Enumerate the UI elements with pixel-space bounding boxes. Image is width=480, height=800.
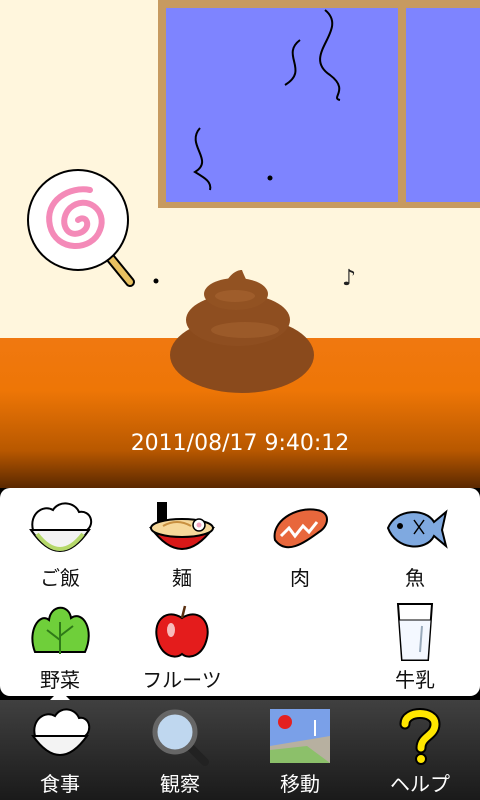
tab-label: ヘルプ [390, 772, 450, 796]
music-note: ♪ [342, 266, 357, 291]
food-item-milk[interactable]: 牛乳 [360, 602, 470, 693]
lollipop-icon [27, 169, 135, 287]
wind-squiggle [193, 127, 212, 191]
food-item-fruit[interactable]: フルーツ [127, 602, 237, 693]
food-item-label: 麺 [172, 566, 192, 590]
food-item-label: 野菜 [40, 668, 80, 692]
tab-meal[interactable]: 食事 [0, 700, 120, 800]
food-item-label: 牛乳 [395, 668, 435, 692]
food-item-label: 魚 [405, 566, 425, 590]
food-item-fish[interactable]: 魚 [360, 500, 470, 591]
tab-move[interactable]: 移動 [240, 700, 360, 800]
tab-help[interactable]: ヘルプ [360, 700, 480, 800]
wind-squiggle [319, 9, 341, 101]
food-menu-panel: ご飯 麺 肉 魚 野菜 フルーツ 牛乳 [0, 488, 480, 696]
landscape-icon [270, 709, 330, 763]
ramen-icon [149, 502, 215, 550]
food-item-meat[interactable]: 肉 [245, 500, 355, 591]
food-item-rice[interactable]: ご飯 [5, 500, 115, 591]
milk-glass-icon [396, 603, 434, 661]
apple-icon [155, 605, 209, 658]
room-scene: ♪ 2011/08/17 9:40:12 [0, 0, 480, 488]
menu-pointer [50, 690, 70, 700]
scene-drawings [27, 9, 341, 393]
wind-squiggle [284, 39, 301, 86]
food-item-label: フルーツ [142, 668, 222, 692]
food-item-label: ご飯 [40, 566, 80, 590]
pet-character[interactable] [170, 270, 314, 393]
dust-dot [267, 175, 273, 181]
datetime-display: 2011/08/17 9:40:12 [130, 431, 350, 456]
tab-label: 観察 [160, 772, 200, 796]
fish-icon [386, 509, 448, 549]
food-item-vegetable[interactable]: 野菜 [5, 602, 115, 693]
food-item-label: 肉 [290, 566, 310, 590]
question-mark-icon [399, 708, 441, 765]
tab-label: 食事 [40, 772, 80, 796]
dust-dot [153, 278, 159, 284]
food-item-noodles[interactable]: 麺 [127, 500, 237, 591]
magnifier-icon [152, 709, 209, 766]
rice-bowl-icon [31, 708, 91, 756]
bottom-tab-bar: 食事 観察 移動 ヘルプ [0, 700, 480, 800]
lettuce-icon [31, 606, 90, 654]
tab-label: 移動 [280, 772, 320, 796]
meat-icon [273, 508, 328, 549]
tab-observe[interactable]: 観察 [120, 700, 240, 800]
rice-bowl-icon [29, 502, 93, 552]
